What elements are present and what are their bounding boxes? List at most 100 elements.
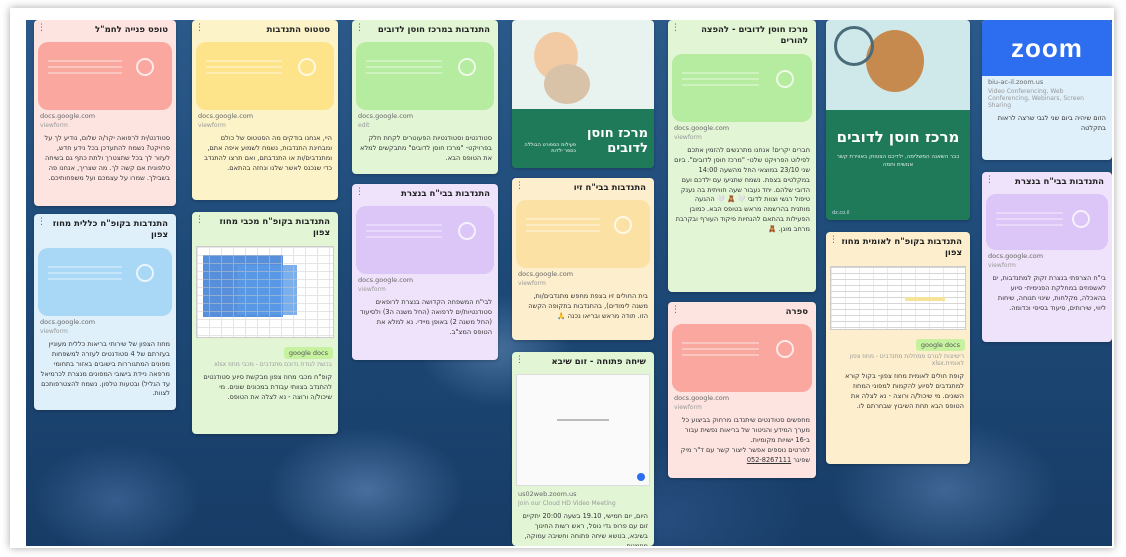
more-options-icon[interactable]: ⋮ bbox=[355, 188, 364, 197]
padlet-board[interactable]: ⋮ טופס פנייה לחמ"ל docs.google.com viewf… bbox=[26, 20, 1112, 546]
post-card[interactable]: ⋮ התנדבות בבי"ח בנצרת docs.google.com vi… bbox=[352, 184, 498, 360]
post-card[interactable]: ⋮ התנדבות בבי"ח זיו docs.google.com view… bbox=[512, 178, 654, 340]
post-body: סטודנטים וסטודנטיות הפעוטרים לקחת חלק בפ… bbox=[360, 134, 492, 163]
post-body: הזום שיהיה ביום שני לגבי שרצה לראות בתקל… bbox=[997, 114, 1106, 132]
link-path: viewform bbox=[40, 122, 68, 130]
link-domain: docs.google.com bbox=[358, 276, 414, 285]
link-path: viewform bbox=[988, 262, 1016, 270]
post-body: מחפשים סטודנטים שיתנדבו מרחוק בביצוע כל … bbox=[668, 413, 816, 470]
google-icon bbox=[776, 340, 794, 359]
teddy-bear-icon bbox=[866, 30, 924, 92]
file-name: בכשת לגודת נדוכם מתנדבים - מכבי מחוז xls… bbox=[214, 360, 332, 368]
link-thumbnail[interactable] bbox=[672, 324, 812, 393]
post-title: התנדבות בבי"ח בנצרת bbox=[1015, 177, 1104, 187]
more-options-icon[interactable]: ⋮ bbox=[37, 218, 46, 227]
post-body: בית החולים זיו בצפת מחפש מתנדבים/ות, משנ… bbox=[528, 292, 648, 321]
post-card[interactable]: ⋮ ספרה docs.google.com viewform מחפשים ס… bbox=[668, 302, 816, 478]
more-options-icon[interactable]: ⋮ bbox=[515, 356, 524, 365]
post-card[interactable]: ⋮ מרכז חוסן לדובים - להפצה להורים docs.g… bbox=[668, 20, 816, 292]
phone-link[interactable]: 052-8267111 bbox=[747, 456, 791, 464]
post-card[interactable]: מרכז חוסן לדובים פעילות הספורט הבוללה כס… bbox=[512, 20, 654, 168]
more-options-icon[interactable]: ⋮ bbox=[515, 182, 524, 191]
link-domain: docs.google.com bbox=[674, 123, 730, 132]
link-domain: docs.google.com bbox=[518, 270, 574, 279]
link-path: viewform bbox=[40, 327, 68, 335]
google-docs-tag: google docs bbox=[283, 346, 333, 359]
link-path: viewform bbox=[674, 404, 702, 412]
teddy-bear-icon bbox=[544, 64, 590, 104]
post-title: ספרה bbox=[785, 307, 808, 317]
link-thumbnail[interactable] bbox=[356, 42, 494, 111]
video-preview[interactable] bbox=[516, 374, 650, 487]
more-options-icon[interactable]: ⋮ bbox=[671, 24, 680, 33]
post-title: התנדבות בבי"ח זיו bbox=[573, 183, 646, 193]
link-thumbnail[interactable] bbox=[38, 247, 172, 316]
post-card[interactable]: zoom biu-ac-il.zoom.us Video Conferencin… bbox=[982, 20, 1112, 160]
link-domain: docs.google.com bbox=[198, 112, 254, 121]
post-card[interactable]: ⋮ התנדבות בבי"ח בנצרת docs.google.com vi… bbox=[982, 172, 1112, 342]
poster-subtitle: כבר השאנה המשלימה, ילדיכם הצטווק באווירת… bbox=[836, 154, 960, 168]
post-card[interactable]: ⋮ טופס פנייה לחמ"ל docs.google.com viewf… bbox=[34, 20, 176, 206]
link-thumbnail[interactable] bbox=[356, 206, 494, 275]
link-path: viewform bbox=[358, 286, 386, 294]
poster-title: מרכז חוסן לדובים bbox=[836, 128, 960, 146]
poster-title: מרכז חוסן לדובים bbox=[586, 126, 648, 156]
file-name: רישיונות לגורם ממחלות מתנדבים - מחוז צפו… bbox=[849, 352, 964, 367]
post-body: קופ"ח מכבי מחוז צפון מבקשת סיוע סטודנטים… bbox=[203, 372, 332, 401]
link-domain: us02web.zoom.us bbox=[518, 490, 577, 499]
poster-subtitle: פעילות הספורט הבוללה כספר ילדות bbox=[524, 142, 576, 154]
poster-image[interactable]: מרכז חוסן לדובים פעילות הספורט הבוללה כס… bbox=[512, 20, 654, 168]
post-body: מחוז הצפון של שירותי בריאות כללית מעוניי… bbox=[40, 339, 170, 398]
post-card[interactable]: ⋮ התנדבות בקופ"ח כללית מחוז צפון docs.go… bbox=[34, 214, 176, 410]
poster-image[interactable]: מרכז חוסן לדובים כבר השאנה המשלימה, ילדי… bbox=[826, 20, 970, 220]
google-icon bbox=[458, 58, 476, 77]
post-title: סטטוס התנדבות bbox=[266, 25, 330, 35]
link-thumbnail[interactable] bbox=[196, 42, 334, 111]
contact-line: לפרטים נוספים אפשר ליצור קשר עם ד"ר מיק … bbox=[680, 446, 810, 465]
more-options-icon[interactable]: ⋮ bbox=[829, 236, 838, 245]
post-card[interactable]: ⋮ התנדבות בקופ"ח לאומית מחוז צפון google… bbox=[826, 232, 970, 464]
google-icon bbox=[614, 216, 632, 235]
google-docs-tag: google docs bbox=[915, 338, 965, 351]
zoom-logo[interactable]: zoom bbox=[982, 20, 1112, 76]
post-title: התנדבות בקופ"ח כללית מחוז צפון bbox=[52, 219, 168, 241]
link-description: Video Conferencing, Web Conferencing, We… bbox=[988, 88, 1084, 109]
post-title: התנדבות בקופ"ח לאומית מחוז צפון bbox=[841, 237, 962, 259]
spreadsheet-preview[interactable] bbox=[196, 245, 334, 338]
post-body: לבי"ח המשפחה הקדושה בנצרת לרופאים סטודנט… bbox=[359, 298, 492, 337]
link-thumbnail[interactable] bbox=[38, 42, 172, 111]
link-thumbnail[interactable] bbox=[672, 53, 812, 122]
post-title: התנדבות במרכז חוסן לדובים bbox=[377, 25, 490, 35]
post-card[interactable]: מרכז חוסן לדובים כבר השאנה המשלימה, ילדי… bbox=[826, 20, 970, 220]
post-title: שיחה פתוחה - זום שיבא bbox=[551, 357, 646, 367]
link-thumbnail[interactable] bbox=[986, 194, 1108, 251]
link-domain: docs.google.com bbox=[358, 112, 414, 121]
link-description: Join our Cloud HD Video Meeting bbox=[518, 500, 616, 508]
more-options-icon[interactable]: ⋮ bbox=[355, 24, 364, 33]
more-options-icon[interactable]: ⋮ bbox=[195, 24, 204, 33]
post-body: סטודנט/ית לרפואה יקר/ה שלום, נודיע לך על… bbox=[44, 134, 170, 183]
link-domain: biu-ac-il.zoom.us bbox=[988, 78, 1044, 86]
post-title: התנדבות בבי"ח בנצרת bbox=[401, 189, 490, 199]
link-path: edit bbox=[358, 122, 370, 130]
post-body-text: מחפשים סטודנטים שיתנדבו מרחוק בביצוע כל … bbox=[681, 416, 810, 445]
more-options-icon[interactable]: ⋮ bbox=[37, 24, 46, 33]
link-domain: docs.google.com bbox=[988, 252, 1044, 261]
more-options-icon[interactable]: ⋮ bbox=[671, 306, 680, 315]
google-icon bbox=[458, 222, 476, 241]
post-title: מרכז חוסן לדובים - להפצה להורים bbox=[701, 25, 808, 47]
post-body: היום, יום חמישי, 19.10 בשעה 20:00 יתקיים… bbox=[522, 512, 648, 546]
more-options-icon[interactable]: ⋮ bbox=[985, 176, 994, 185]
link-domain: docs.google.com bbox=[40, 112, 96, 121]
post-card[interactable]: ⋮ התנדבות בקופ"ח מכבי מחוז צפון google d… bbox=[192, 212, 338, 434]
more-options-icon[interactable]: ⋮ bbox=[195, 216, 204, 225]
post-card[interactable]: ⋮ שיחה פתוחה - זום שיבא us02web.zoom.us … bbox=[512, 352, 654, 546]
post-card[interactable]: ⋮ סטטוס התנדבות docs.google.com viewform… bbox=[192, 20, 338, 200]
google-icon bbox=[136, 263, 154, 282]
link-thumbnail[interactable] bbox=[516, 200, 650, 269]
poster-domain: dz.co.il bbox=[832, 210, 850, 216]
spreadsheet-preview[interactable] bbox=[830, 265, 966, 330]
post-card[interactable]: ⋮ התנדבות במרכז חוסן לדובים docs.google.… bbox=[352, 20, 498, 174]
google-icon bbox=[776, 69, 794, 88]
link-path: viewform bbox=[198, 122, 226, 130]
